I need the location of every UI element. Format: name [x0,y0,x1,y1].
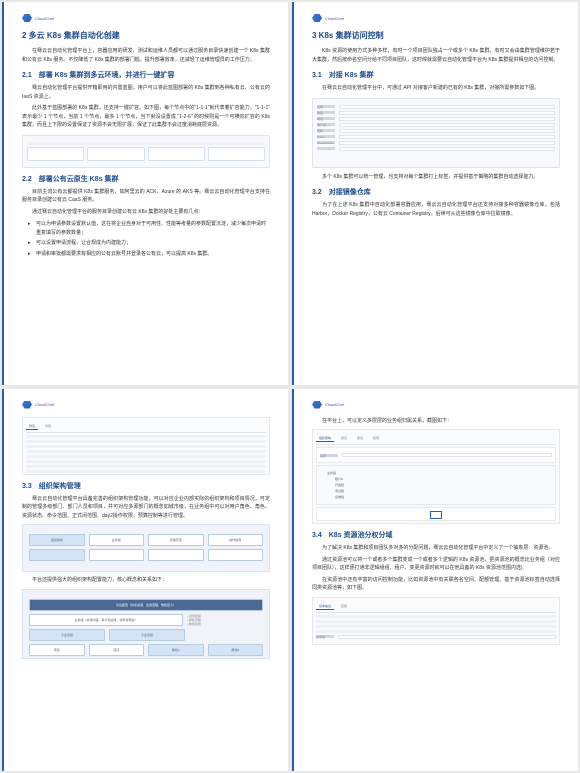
heading-3-3: 3.3 组织架构管理 [22,481,270,491]
page-4: CloudChef 在平台上，可以定义多层层的业务组归属关系，截图如下： 组织架… [292,389,578,772]
brand-text: CloudChef [35,402,54,407]
tab[interactable]: 组织架构 [316,435,334,442]
logo-icon [22,401,32,409]
screenshot-hierarchy: 组织架构 成员 角色 权限 名称 业务组 租户A 开发组 测试组 运维组 [312,429,560,524]
org-diagram-2: 平台配置（共享资源、业务流程、角色定义） 业务组（资源内容、审计和运维，组件有哪… [22,589,270,659]
para: K8s 资源的使用方式多种多样，有时一个项目团队独占一个或多个 K8s 集群，有… [312,47,560,64]
heading-2: 2 多云 K8s 集群自动化创建 [22,30,270,41]
para: 平台还提供强大的组织架构配置能力，核心概念和关系如下： [22,576,270,585]
para: 通过资源池可以将一个或者多个集群变成一个或者多个逻辑的 K8s 资源池，把资源池… [312,556,560,573]
brand-text: CloudChef [35,16,54,21]
bullet: 申请和审批都需要求有相应的公有云账号并登录各公有云，可以提高 K8s 集群。 [36,250,270,259]
diag-node: 组织架构 [29,534,85,546]
tab[interactable]: 角色 [354,435,366,442]
diag-node: 管理范围 [148,534,204,546]
para: 目前主流公有云都提供 K8s 集群服务，如阿里云的 ACK，Azure 的 AK… [22,188,270,205]
para: 通过骞云自动化管理平台的服务目录创建公有云 K8s 集群的好处主要有几点： [22,208,270,217]
para: 在资源池中还有丰富的访问控制功能，比如资源池中有关联各名空间、配额管理、基于资源… [312,576,560,593]
diag-node: 业务组 [89,534,145,546]
tab[interactable]: 权限 [370,435,382,442]
bullet: 可以为申请参数设置默认值，这在将企业自身对于可用性、性能等考量的参数配置沉淀，减… [36,220,270,237]
heading-3-2: 3.2 对接镜像仓库 [312,187,560,197]
org-tree: 业务组 租户A 开发组 测试组 运维组 [316,465,556,505]
para: 骞云云自动化管理平台具备完善的组织架构管理功能，可以对应企业内部实际的组织架构和… [22,495,270,521]
para: 在骞云云自动化管理平台中，可通过 API 对接客户新建的已有的 K8s 集群，对… [312,84,560,93]
bullet-list: 可以为申请参数设置默认值，这在将企业自身对于可用性、性能等考量的参数配置沉淀，减… [36,220,270,258]
para: 此外基于蓝图部署的 K8s 集群，还支持一键扩容。如下图，每个节点中的"1-1-… [22,104,270,130]
para: 骞云自动化管理平台提供开箱即用的内置蓝图，用户可以将此蓝图部署的 K8s 集群到… [22,84,270,101]
tab[interactable]: 配额 [338,603,350,610]
tab[interactable]: 基本信息 [316,603,334,610]
logo-icon [312,401,322,409]
para: 为了解决 K8s 集群和项目团队多对多的分配问题，骞云云自动化管理平台中定义了一… [312,544,560,553]
tab[interactable]: 成员 [338,435,350,442]
para: 多个 K8s 集群可以统一管理，也支持对每个集群打上标签，并提供基于策略的集群自… [312,173,560,182]
heading-3-4: 3.4 K8s 资源池分权分域 [312,530,560,540]
tab[interactable]: 详情 [42,423,54,430]
bullet: 可以设置申请流程，让合规成为内建能力； [36,239,270,248]
page-3: CloudChef 列表 详情 3.3 组织架构管理 骞云云自动化管理平台具备完… [2,389,288,772]
brand-logo: CloudChef [22,14,270,22]
heading-3-1: 3.1 对接 K8s 集群 [312,70,560,80]
brand-logo: CloudChef [312,14,560,22]
heading-3: 3 K8s 集群访问控制 [312,30,560,41]
brand-logo: CloudChef [312,401,560,409]
heading-2-1: 2.1 部署 K8s 集群到多云环境，并进行一键扩容 [22,70,270,80]
brand-text: CloudChef [325,402,344,407]
screenshot-blueprint [22,135,270,168]
page-2: CloudChef 3 K8s 集群访问控制 K8s 资源的使用方式多种多样，有… [292,2,578,385]
brand-logo: CloudChef [22,401,270,409]
logo-icon [22,14,32,22]
screenshot-api-form: 名称 类型 地址 用户名 密码 Token Namespace [312,98,560,168]
para: 在骞云云自动化管理平台上，容器应用的研发、测试和运维人员都可以通过服务目录快速创… [22,47,270,64]
para: 为了在上述 K8s 集群中自动化部署容器应用，骞云云自动化管理平台还支持对接多种… [312,201,560,218]
logo-icon [312,14,322,22]
diag-node: 操作权限 [208,534,264,546]
tab[interactable]: 列表 [26,423,38,430]
screenshot-table: 列表 详情 [22,417,270,475]
screenshot-pool: 基本信息 配额 资源池 [312,597,560,645]
org-diagram-1: 组织架构 业务组 管理范围 操作权限 [22,524,270,572]
page-1: CloudChef 2 多云 K8s 集群自动化创建 在骞云云自动化管理平台上，… [2,2,288,385]
heading-2-2: 2.2 部署公有云原生 K8s 集群 [22,174,270,184]
para: 在平台上，可以定义多层层的业务组归属关系，截图如下： [312,417,560,426]
brand-text: CloudChef [325,16,344,21]
